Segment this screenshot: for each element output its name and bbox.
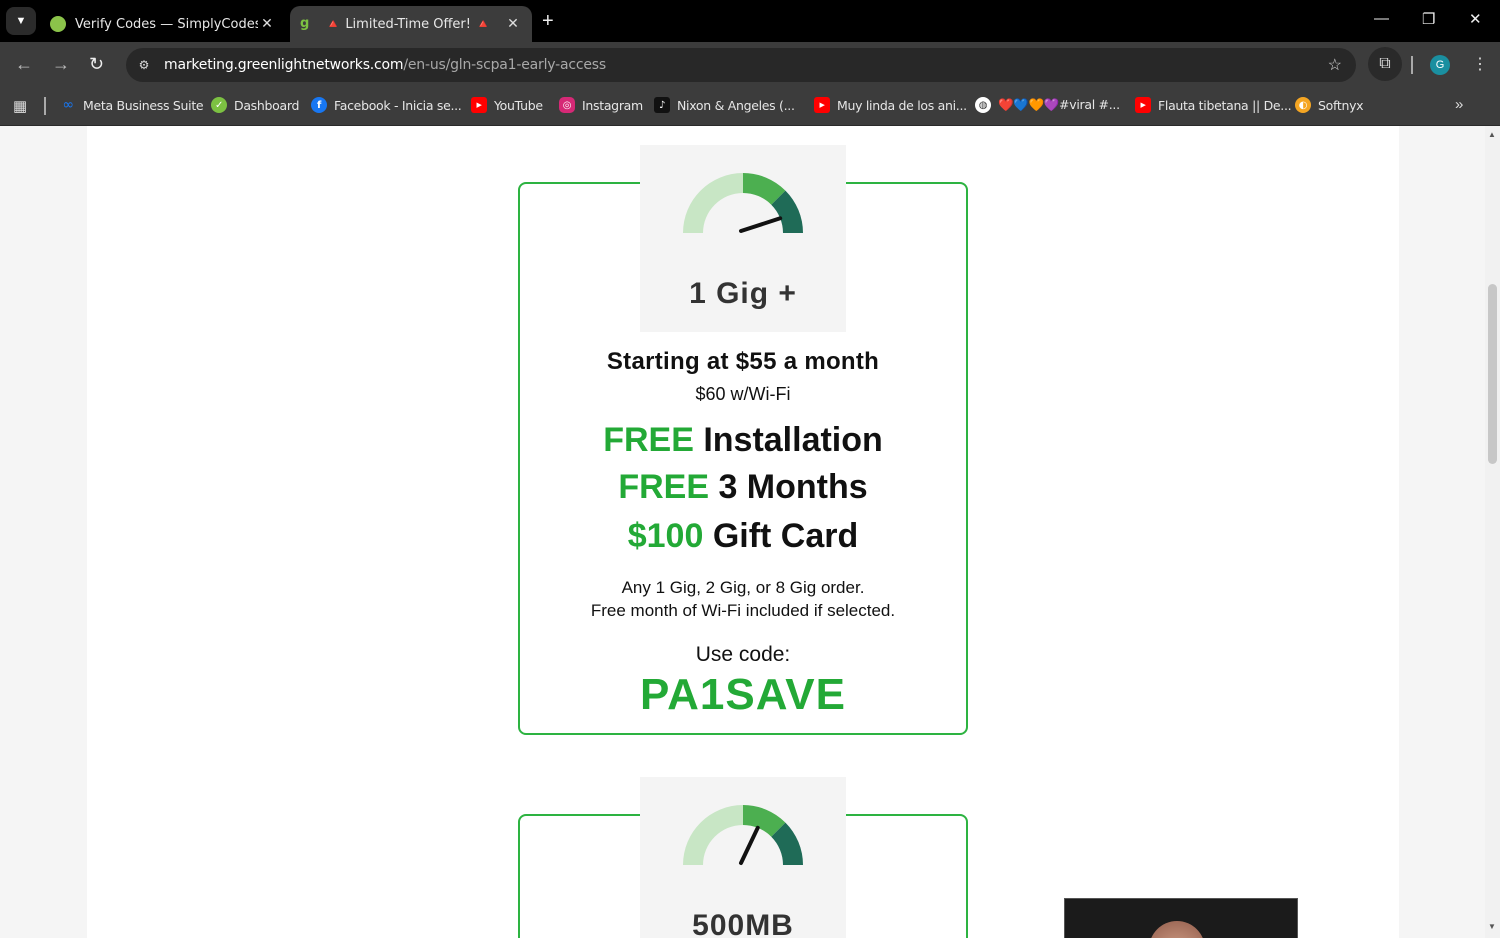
bookmark-item[interactable]: ▶ Muy linda de los ani... <box>814 88 967 122</box>
plan-price: Starting at $55 a month <box>606 348 880 375</box>
window-close-icon[interactable]: ✕ <box>1469 10 1482 28</box>
tiktok-icon: ♪ <box>654 97 670 113</box>
tab-simplycodes[interactable]: Verify Codes — SimplyCodes ✕ <box>40 6 286 42</box>
bookmark-item[interactable]: ▶ YouTube <box>471 88 543 122</box>
vertical-scrollbar[interactable]: ▲ ▼ <box>1485 126 1500 938</box>
bookmark-item[interactable]: ◎ Instagram <box>559 88 643 122</box>
offer-note-2: Free month of Wi-Fi included if selected… <box>590 601 896 620</box>
speedometer-icon <box>683 173 803 233</box>
speedometer-icon <box>683 805 803 865</box>
gauge-segment-low <box>683 805 743 865</box>
promo-code[interactable]: PA1SAVE <box>518 670 968 720</box>
greenlight-icon: g <box>300 16 310 31</box>
close-icon[interactable]: ✕ <box>504 16 522 32</box>
offer-months: FREE 3 Months <box>618 468 868 506</box>
facebook-icon: f <box>311 97 327 113</box>
tab-title: Verify Codes — SimplyCodes <box>75 16 258 32</box>
site-info-icon[interactable]: ⚙ <box>132 53 156 77</box>
youtube-icon: ▶ <box>1135 97 1151 113</box>
bookmark-star-icon[interactable]: ☆ <box>1328 55 1342 75</box>
simplycodes-icon <box>50 16 66 32</box>
minimize-icon[interactable]: — <box>1374 10 1389 27</box>
offer-note-1: Any 1 Gig, 2 Gig, or 8 Gig order. <box>621 578 865 597</box>
bookmark-item[interactable]: f Facebook - Inicia se... <box>311 88 462 122</box>
meta-icon: ∞ <box>62 97 74 113</box>
restore-icon[interactable]: ❐ <box>1422 10 1435 28</box>
globe-icon: ◍ <box>975 97 991 113</box>
bookmark-item[interactable]: ♪ Nixon & Angeles (... <box>654 88 795 122</box>
bookmarks-divider <box>44 97 46 115</box>
url-text[interactable]: marketing.greenlightnetworks.com/en-us/g… <box>164 57 606 73</box>
menu-icon[interactable]: ⋮ <box>1472 54 1488 74</box>
reload-icon[interactable]: ↻ <box>89 54 104 75</box>
speed-badge: 1 Gig + <box>640 145 846 332</box>
apps-grid-icon[interactable]: ▦ <box>13 97 27 115</box>
youtube-icon: ▶ <box>814 97 830 113</box>
tab-title: 🔺 Limited-Time Offer! 🔺 <box>325 16 492 32</box>
gauge-needle <box>739 825 760 865</box>
chevron-double-right-icon[interactable]: » <box>1455 96 1463 113</box>
softnyx-icon: ◐ <box>1295 97 1311 113</box>
forward-icon[interactable]: → <box>52 54 70 75</box>
instagram-icon: ◎ <box>559 97 575 113</box>
dashboard-icon: ✓ <box>211 97 227 113</box>
browser-toolbar: ← → ↻ ⚙ marketing.greenlightnetworks.com… <box>0 42 1500 88</box>
toolbar-divider <box>1411 56 1413 74</box>
bookmarks-bar: ▦ ∞ Meta Business Suite ✓ Dashboard f Faceb… <box>0 88 1500 126</box>
scroll-down-icon[interactable]: ▼ <box>1488 922 1496 931</box>
address-bar[interactable]: ⚙ marketing.greenlightnetworks.com/en-us… <box>126 48 1356 82</box>
scrollbar-thumb[interactable] <box>1488 284 1497 464</box>
plan-speed: 500MB <box>692 909 794 938</box>
video-thumbnail[interactable] <box>1064 898 1298 938</box>
tab-strip: ▼ Verify Codes — SimplyCodes ✕ g 🔺 Limit… <box>0 0 1500 42</box>
new-tab-button[interactable]: + <box>542 10 554 33</box>
plan-speed: 1 Gig + <box>689 277 797 310</box>
person-image <box>1149 921 1205 938</box>
plan-wifi-price: $60 w/Wi-Fi <box>695 384 791 404</box>
bookmark-item[interactable]: ∞ Meta Business Suite <box>60 88 203 122</box>
speed-badge: 500MB <box>640 777 846 938</box>
extensions-icon[interactable]: ⧉ <box>1368 47 1402 81</box>
offer-installation: FREE Installation <box>603 421 883 459</box>
gauge-segment-low <box>683 173 743 233</box>
scroll-up-icon[interactable]: ▲ <box>1488 130 1496 139</box>
bookmark-item[interactable]: ◍ ❤️💙🧡💜#viral #... <box>975 88 1120 122</box>
youtube-icon: ▶ <box>471 97 487 113</box>
bookmark-item[interactable]: ✓ Dashboard <box>211 88 299 122</box>
gauge-needle <box>739 216 783 233</box>
bookmark-item[interactable]: ▶ Flauta tibetana || De... <box>1135 88 1292 122</box>
profile-avatar[interactable]: G <box>1430 55 1450 75</box>
code-label: Use code: <box>695 643 791 666</box>
close-icon[interactable]: ✕ <box>258 16 276 32</box>
offer-gift-card: $100 Gift Card <box>627 517 859 555</box>
tab-limited-offer[interactable]: g 🔺 Limited-Time Offer! 🔺 ✕ <box>290 6 532 42</box>
page-viewport: 1 Gig + Starting at $55 a month $60 w/Wi… <box>0 126 1485 938</box>
back-icon[interactable]: ← <box>15 54 33 75</box>
tab-search-button[interactable]: ▼ <box>6 7 36 35</box>
bookmark-item[interactable]: ◐ Softnyx <box>1295 88 1364 122</box>
